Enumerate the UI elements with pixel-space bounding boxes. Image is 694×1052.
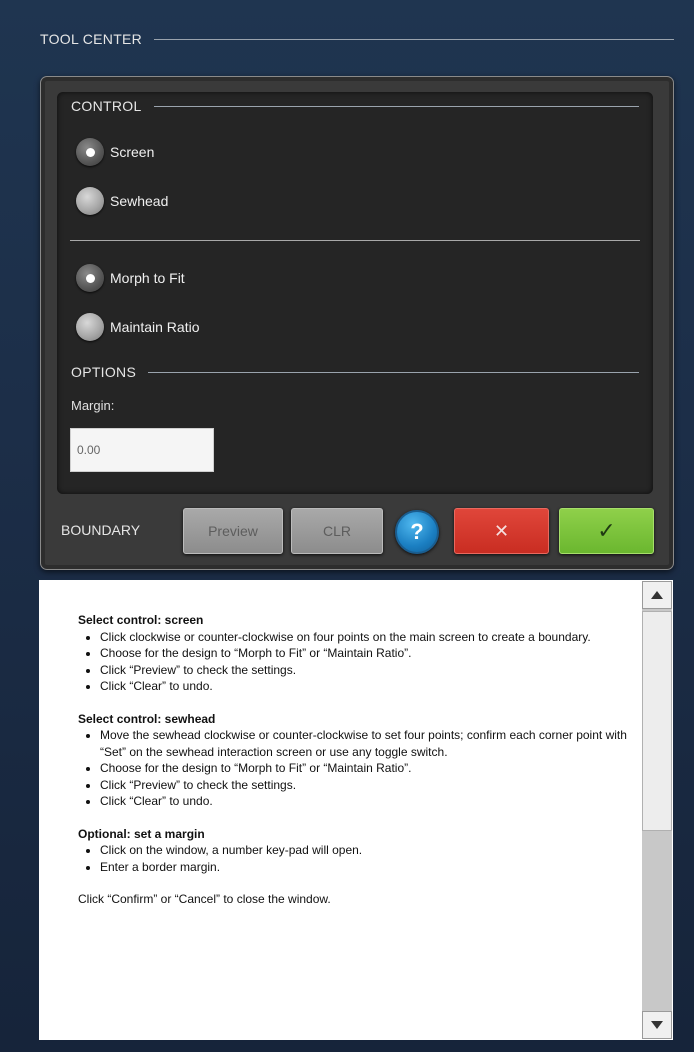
options-title: OPTIONS <box>71 364 137 380</box>
checkmark-icon: ✓ <box>597 518 616 543</box>
triangle-down-icon <box>651 1021 663 1029</box>
help-item: Click “Preview” to check the settings. <box>100 662 638 679</box>
help-item: Enter a border margin. <box>100 859 638 876</box>
header-divider <box>154 38 674 40</box>
radio-selected-dot <box>85 273 95 283</box>
radio-screen-knob <box>76 138 104 166</box>
help-item: Choose for the design to “Morph to Fit” … <box>100 645 638 662</box>
help-panel: Select control: screen Click clockwise o… <box>39 580 673 1040</box>
radio-maintain-knob <box>76 313 104 341</box>
question-icon: ? <box>410 519 424 544</box>
radio-screen-label: Screen <box>110 144 155 160</box>
preview-button[interactable]: Preview <box>183 508 283 554</box>
confirm-button[interactable]: ✓ <box>559 508 654 554</box>
close-icon: ✕ <box>493 520 510 541</box>
help-item: Click on the window, a number key-pad wi… <box>100 842 638 859</box>
help-list: Click on the window, a number key-pad wi… <box>78 842 638 875</box>
help-heading: Select control: sewhead <box>78 711 216 726</box>
boundary-label: BOUNDARY <box>61 522 141 538</box>
control-section-header: CONTROL <box>71 98 639 114</box>
radio-sewhead[interactable]: Sewhead <box>76 187 168 215</box>
help-list: Click clockwise or counter-clockwise on … <box>78 629 638 695</box>
options-divider <box>148 371 639 373</box>
help-scrollbar[interactable] <box>641 581 673 1039</box>
radio-maintain-label: Maintain Ratio <box>110 319 200 335</box>
margin-input[interactable] <box>70 428 214 472</box>
control-title: CONTROL <box>71 98 142 114</box>
radio-morph-to-fit[interactable]: Morph to Fit <box>76 264 185 292</box>
radio-sewhead-label: Sewhead <box>110 193 169 209</box>
scroll-up-button[interactable] <box>642 581 672 609</box>
cancel-button[interactable]: ✕ <box>454 508 549 554</box>
tool-center-header: TOOL CENTER <box>40 31 674 47</box>
radio-selected-dot <box>85 147 95 157</box>
help-footer: Click “Confirm” or “Cancel” to close the… <box>78 892 331 906</box>
control-divider <box>153 105 639 107</box>
radio-sewhead-knob <box>76 187 104 215</box>
radio-screen[interactable]: Screen <box>76 138 154 166</box>
radio-morph-label: Morph to Fit <box>110 270 185 286</box>
help-item: Click clockwise or counter-clockwise on … <box>100 629 638 646</box>
section-divider <box>70 240 640 241</box>
help-item: Choose for the design to “Morph to Fit” … <box>100 760 638 777</box>
help-heading: Select control: screen <box>78 613 204 627</box>
triangle-up-icon <box>651 591 663 599</box>
radio-morph-knob <box>76 264 104 292</box>
help-item: Move the sewhead clockwise or counter-cl… <box>100 727 638 760</box>
options-section-header: OPTIONS <box>71 364 639 380</box>
margin-label: Margin: <box>71 398 115 413</box>
help-item: Click “Preview” to check the settings. <box>100 777 638 794</box>
help-item: Click “Clear” to undo. <box>100 678 638 695</box>
help-list: Move the sewhead clockwise or counter-cl… <box>78 727 638 810</box>
help-button[interactable]: ? <box>395 510 439 554</box>
help-item: Click “Clear” to undo. <box>100 793 638 810</box>
help-heading: Optional: set a margin <box>78 826 205 841</box>
scroll-thumb[interactable] <box>642 611 672 831</box>
help-text: Select control: screen Click clockwise o… <box>78 592 638 908</box>
radio-maintain-ratio[interactable]: Maintain Ratio <box>76 313 200 341</box>
clr-button[interactable]: CLR <box>291 508 383 554</box>
scroll-down-button[interactable] <box>642 1011 672 1039</box>
tool-center-title: TOOL CENTER <box>40 31 143 47</box>
